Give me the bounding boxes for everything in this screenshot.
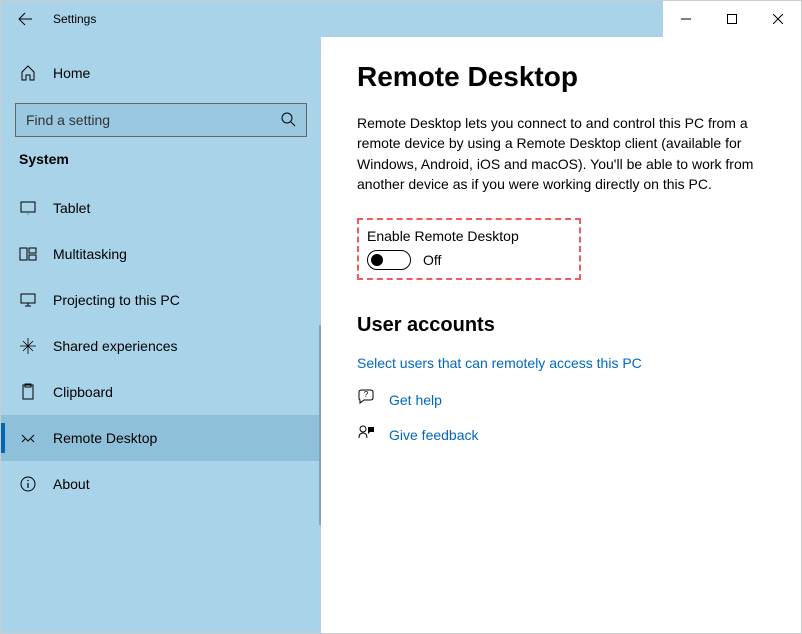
sidebar-item-tablet[interactable]: Tablet: [1, 185, 321, 231]
sidebar-nav: Tablet Multitasking Projecting to this P…: [1, 185, 321, 633]
remote-desktop-icon: [19, 429, 37, 447]
enable-remote-desktop-toggle[interactable]: [367, 250, 411, 270]
sidebar-item-label: Remote Desktop: [53, 430, 157, 446]
minimize-button[interactable]: [663, 1, 709, 37]
close-icon: [773, 14, 783, 24]
sidebar-item-label: Projecting to this PC: [53, 292, 180, 308]
toggle-thumb: [371, 254, 383, 266]
toggle-state: Off: [423, 252, 441, 268]
search-box[interactable]: [15, 103, 307, 137]
tablet-icon: [19, 199, 37, 217]
content-pane: Remote Desktop Remote Desktop lets you c…: [321, 37, 801, 633]
maximize-icon: [727, 14, 737, 24]
sidebar-home-label: Home: [53, 65, 90, 81]
section-user-accounts: User accounts: [357, 314, 765, 337]
close-button[interactable]: [755, 1, 801, 37]
search-input[interactable]: [26, 112, 280, 128]
sidebar-item-shared-experiences[interactable]: Shared experiences: [1, 323, 321, 369]
minimize-icon: [681, 14, 691, 24]
sidebar: Home System Tablet: [1, 37, 321, 633]
sidebar-item-multitasking[interactable]: Multitasking: [1, 231, 321, 277]
sidebar-item-clipboard[interactable]: Clipboard: [1, 369, 321, 415]
window-title: Settings: [49, 12, 96, 26]
multitasking-icon: [19, 245, 37, 263]
page-description: Remote Desktop lets you connect to and c…: [357, 113, 765, 194]
give-feedback-link[interactable]: Give feedback: [389, 427, 479, 443]
clipboard-icon: [19, 383, 37, 401]
get-help-link[interactable]: Get help: [389, 392, 442, 408]
select-users-link[interactable]: Select users that can remotely access th…: [357, 355, 765, 371]
settings-window: Settings Home: [0, 0, 802, 634]
home-icon: [19, 64, 37, 82]
page-title: Remote Desktop: [357, 61, 765, 93]
enable-remote-desktop-callout: Enable Remote Desktop Off: [357, 218, 581, 280]
get-help-row: ? Get help: [357, 389, 765, 410]
projecting-icon: [19, 291, 37, 309]
sidebar-item-about[interactable]: About: [1, 461, 321, 507]
sidebar-item-label: Shared experiences: [53, 338, 178, 354]
sidebar-item-label: Multitasking: [53, 246, 127, 262]
toggle-label: Enable Remote Desktop: [367, 228, 519, 244]
sidebar-category: System: [1, 151, 321, 185]
window-controls: [663, 1, 801, 37]
shared-experiences-icon: [19, 337, 37, 355]
svg-text:?: ?: [364, 390, 369, 399]
sidebar-item-label: About: [53, 476, 90, 492]
give-feedback-row: Give feedback: [357, 424, 765, 445]
sidebar-item-remote-desktop[interactable]: Remote Desktop: [1, 415, 321, 461]
back-button[interactable]: [1, 11, 49, 27]
feedback-icon: [357, 424, 375, 445]
search-icon: [280, 111, 296, 130]
get-help-icon: ?: [357, 389, 375, 410]
sidebar-item-projecting[interactable]: Projecting to this PC: [1, 277, 321, 323]
maximize-button[interactable]: [709, 1, 755, 37]
back-arrow-icon: [17, 11, 33, 27]
sidebar-scrollbar[interactable]: [319, 325, 321, 525]
sidebar-home[interactable]: Home: [1, 53, 321, 93]
titlebar: Settings: [1, 1, 801, 37]
sidebar-item-label: Clipboard: [53, 384, 113, 400]
about-icon: [19, 475, 37, 493]
sidebar-item-label: Tablet: [53, 200, 90, 216]
